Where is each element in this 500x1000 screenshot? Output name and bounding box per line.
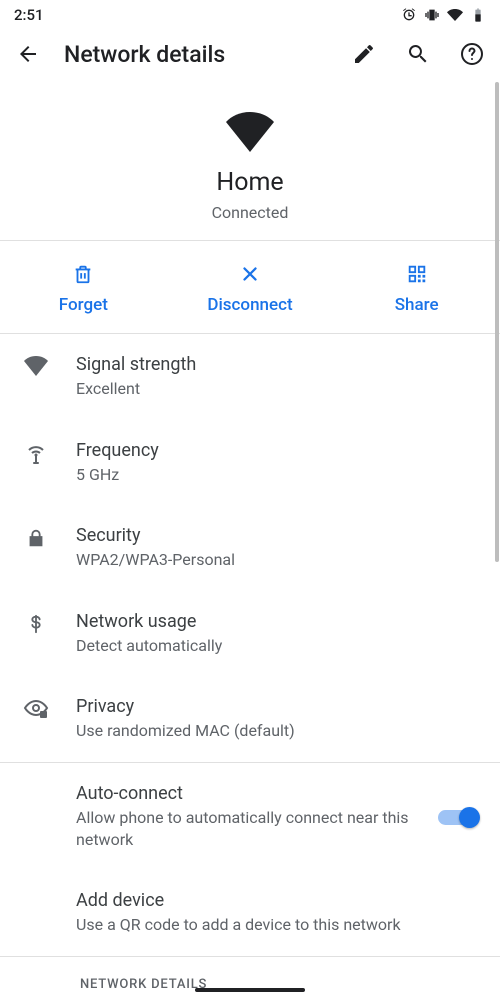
close-icon (239, 263, 261, 285)
status-icons (401, 7, 486, 23)
search-icon (406, 42, 430, 66)
disconnect-button[interactable]: Disconnect (167, 241, 334, 333)
privacy-value: Use randomized MAC (default) (76, 720, 478, 742)
usage-row[interactable]: Network usage Detect automatically (0, 591, 500, 677)
battery-icon (470, 7, 486, 23)
arrow-back-icon (16, 42, 40, 66)
help-icon (460, 42, 484, 66)
signal-value: Excellent (76, 378, 478, 400)
app-bar: Network details (0, 28, 500, 82)
frequency-value: 5 GHz (76, 464, 478, 486)
page-title: Network details (64, 41, 328, 68)
nav-handle[interactable] (195, 988, 305, 992)
back-button[interactable] (10, 36, 46, 72)
eye-lock-icon (23, 698, 49, 720)
autoconnect-row[interactable]: Auto-connect Allow phone to automaticall… (0, 763, 500, 870)
usage-value: Detect automatically (76, 635, 478, 657)
wifi-hero-icon (225, 112, 275, 152)
vibrate-icon (424, 7, 440, 23)
privacy-title: Privacy (76, 696, 478, 717)
status-time: 2:51 (14, 6, 44, 24)
usage-title: Network usage (76, 611, 478, 632)
autoconnect-title: Auto-connect (76, 783, 412, 804)
section-network-details: NETWORK DETAILS (0, 957, 500, 992)
dollar-icon (25, 613, 47, 635)
wifi-status-icon (447, 7, 463, 23)
pencil-icon (352, 42, 376, 66)
adddevice-title: Add device (76, 890, 478, 911)
adddevice-row[interactable]: Add device Use a QR code to add a device… (0, 870, 500, 956)
signal-title: Signal strength (76, 354, 478, 375)
security-title: Security (76, 525, 478, 546)
adddevice-desc: Use a QR code to add a device to this ne… (76, 914, 478, 936)
signal-row: Signal strength Excellent (0, 334, 500, 420)
network-name: Home (0, 168, 500, 197)
scroll-indicator (495, 82, 499, 562)
antenna-icon (24, 442, 48, 466)
trash-icon (72, 263, 94, 285)
share-label: Share (395, 295, 439, 315)
autoconnect-switch[interactable] (438, 806, 478, 828)
network-status: Connected (0, 203, 500, 222)
share-button[interactable]: Share (333, 241, 500, 333)
forget-button[interactable]: Forget (0, 241, 167, 333)
network-hero: Home Connected (0, 82, 500, 241)
alarm-icon (401, 7, 417, 23)
privacy-row[interactable]: Privacy Use randomized MAC (default) (0, 676, 500, 762)
forget-label: Forget (59, 295, 108, 315)
frequency-row: Frequency 5 GHz (0, 420, 500, 506)
security-value: WPA2/WPA3-Personal (76, 549, 478, 571)
autoconnect-desc: Allow phone to automatically connect nea… (76, 807, 412, 850)
help-button[interactable] (454, 36, 490, 72)
search-button[interactable] (400, 36, 436, 72)
lock-icon (25, 527, 47, 549)
status-bar: 2:51 (0, 0, 500, 28)
security-row: Security WPA2/WPA3-Personal (0, 505, 500, 591)
qr-icon (406, 263, 428, 285)
edit-button[interactable] (346, 36, 382, 72)
content-scroll[interactable]: Home Connected Forget Disconnect Share S… (0, 82, 500, 998)
frequency-title: Frequency (76, 440, 478, 461)
action-row: Forget Disconnect Share (0, 241, 500, 334)
wifi-icon (24, 356, 48, 376)
disconnect-label: Disconnect (207, 295, 292, 315)
